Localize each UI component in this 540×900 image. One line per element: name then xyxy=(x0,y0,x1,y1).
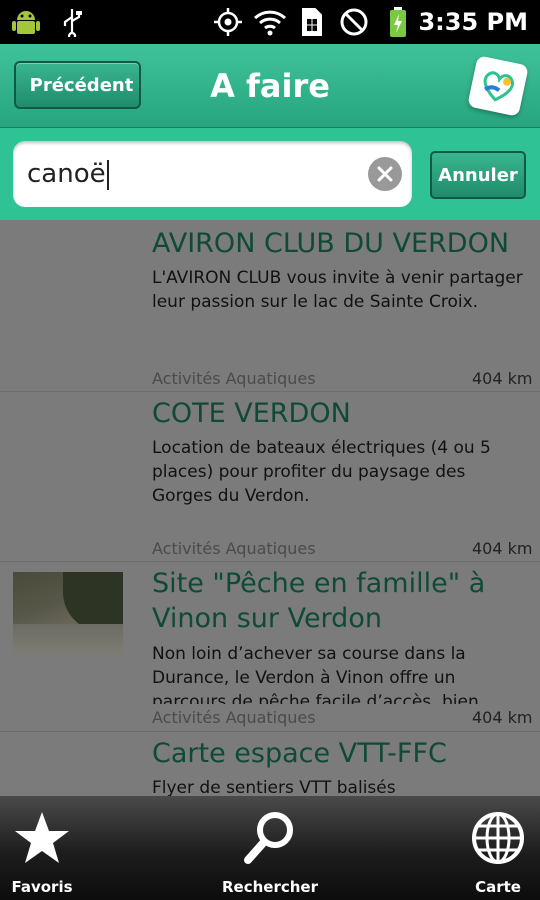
results-list: AVIRON CLUB DU VERDON L'AVIRON CLUB vous… xyxy=(0,220,540,796)
item-description: L'AVIRON CLUB vous invite à venir partag… xyxy=(152,268,523,312)
app-logo-icon[interactable] xyxy=(467,55,529,117)
back-button[interactable]: Précédent xyxy=(14,61,141,109)
item-description: Non loin d’achever sa course dans la Dur… xyxy=(152,644,479,704)
clock: 3:35 PM xyxy=(418,8,528,36)
star-icon xyxy=(13,810,71,870)
list-item[interactable]: AVIRON CLUB DU VERDON L'AVIRON CLUB vous… xyxy=(0,220,540,392)
item-thumbnail xyxy=(13,572,123,654)
page-title: A faire xyxy=(210,67,330,105)
tab-label: Rechercher xyxy=(221,878,318,896)
tab-label: Carte xyxy=(475,878,521,896)
back-button-label: Précédent xyxy=(29,74,134,96)
globe-icon xyxy=(470,810,526,870)
item-distance: 404 km xyxy=(472,539,533,558)
item-category: Activités Aquatiques xyxy=(152,539,316,558)
status-bar: 3:35 PM xyxy=(0,0,540,44)
cancel-button[interactable]: Annuler xyxy=(430,151,526,199)
item-category: Activités Aquatiques xyxy=(152,369,316,388)
item-distance: 404 km xyxy=(472,708,533,727)
search-input-value: canoë xyxy=(27,141,109,207)
item-title: COTE VERDON xyxy=(152,398,351,429)
sim-icon xyxy=(298,6,326,38)
do-not-disturb-icon xyxy=(338,6,370,38)
item-distance: 404 km xyxy=(472,369,533,388)
item-description: Flyer de sentiers VTT balisés xyxy=(152,778,396,796)
magnifier-icon xyxy=(242,810,298,870)
android-debug-icon xyxy=(8,6,44,38)
text-caret xyxy=(106,159,109,190)
list-item[interactable]: Site "Pêche en famille" à Vinon sur Verd… xyxy=(0,562,540,732)
item-category: Activités Aquatiques xyxy=(152,708,316,727)
list-item[interactable]: Carte espace VTT-FFC Flyer de sentiers V… xyxy=(0,732,540,796)
gps-icon xyxy=(212,6,244,38)
item-title: AVIRON CLUB DU VERDON xyxy=(152,228,510,259)
cancel-button-label: Annuler xyxy=(438,164,518,186)
battery-charging-icon xyxy=(384,6,412,38)
tab-favoris[interactable]: Favoris xyxy=(0,796,84,900)
bottom-tab-bar: Favoris Rechercher Carte xyxy=(0,796,540,900)
item-title: Carte espace VTT-FFC xyxy=(152,738,447,769)
tab-rechercher[interactable]: Rechercher xyxy=(210,796,330,900)
search-bar: canoë Annuler xyxy=(0,128,540,220)
tab-label: Favoris xyxy=(11,878,73,896)
tab-carte[interactable]: Carte xyxy=(460,796,536,900)
search-input[interactable]: canoë xyxy=(13,141,412,207)
wifi-icon xyxy=(252,6,288,38)
item-title: Site "Pêche en famille" à Vinon sur Verd… xyxy=(152,568,486,634)
list-item[interactable]: COTE VERDON Location de bateaux électriq… xyxy=(0,392,540,562)
clear-search-icon[interactable] xyxy=(368,157,402,191)
item-description: Location de bateaux électriques (4 ou 5 … xyxy=(152,438,491,506)
usb-icon xyxy=(58,6,86,38)
app-header: Précédent A faire xyxy=(0,44,540,128)
